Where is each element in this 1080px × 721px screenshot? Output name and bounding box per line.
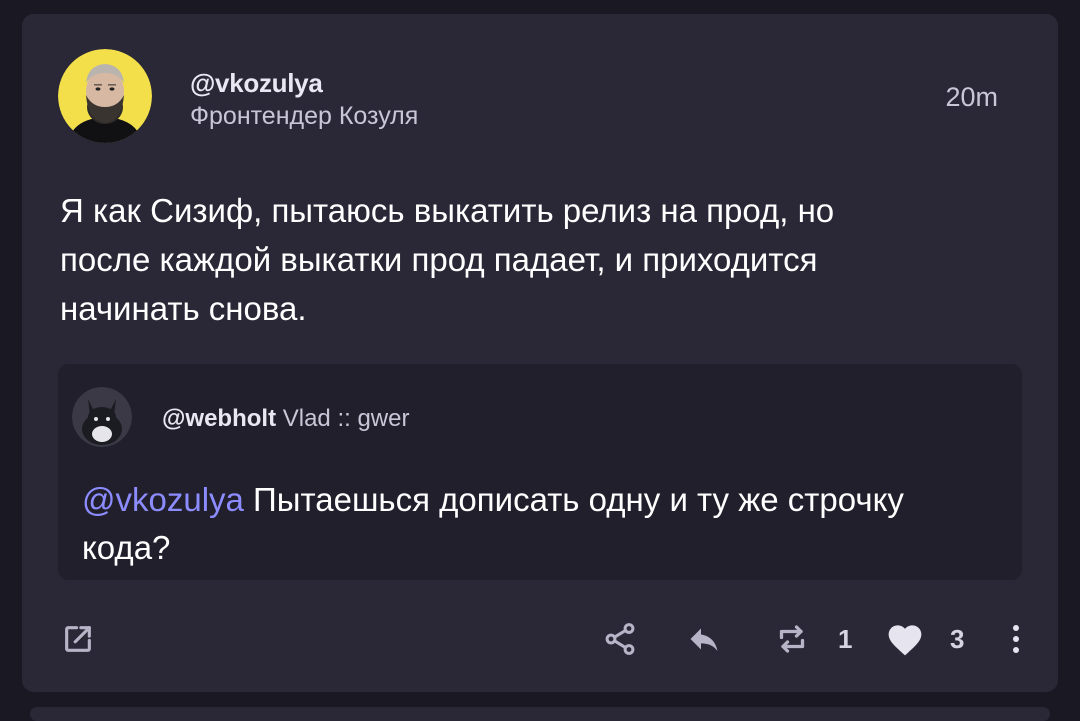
post-text: Я как Сизиф, пытаюсь выкатить релиз на п… — [60, 192, 835, 327]
author-avatar[interactable] — [58, 49, 152, 143]
boost-button[interactable] — [770, 617, 814, 661]
share-button[interactable] — [598, 617, 642, 661]
reply-icon — [686, 621, 722, 657]
open-in-new-button[interactable] — [56, 617, 100, 661]
boost-count: 1 — [838, 624, 853, 654]
quoted-author-display-name[interactable]: Vlad :: gwer — [283, 405, 410, 432]
next-status-card-edge — [30, 707, 1050, 721]
quoted-post-text: @vkozulya Пытаешься дописать одну и ту ж… — [82, 476, 982, 572]
open-in-new-icon — [61, 622, 95, 656]
status-card[interactable]: @vkozulya Фронтендер Козуля 20m Я как Си… — [22, 14, 1058, 692]
share-icon — [602, 621, 638, 657]
post-timestamp[interactable]: 20m — [945, 82, 998, 113]
mention-link[interactable]: @vkozulya — [82, 481, 244, 518]
quoted-author-handle[interactable]: @webholt — [162, 405, 276, 432]
favourite-button[interactable] — [880, 617, 930, 661]
reply-button[interactable] — [682, 617, 726, 661]
heart-icon — [885, 621, 925, 657]
repeat-icon — [774, 621, 810, 657]
author-handle[interactable]: @vkozulya — [190, 68, 323, 99]
author-display-name[interactable]: Фронтендер Козуля — [190, 102, 418, 131]
favourite-count: 3 — [950, 624, 965, 654]
more-button[interactable] — [1004, 617, 1028, 661]
quoted-author-avatar[interactable] — [72, 387, 132, 447]
quoted-header: @webholt Vlad :: gwer — [162, 405, 409, 433]
more-vertical-icon — [1011, 624, 1021, 654]
